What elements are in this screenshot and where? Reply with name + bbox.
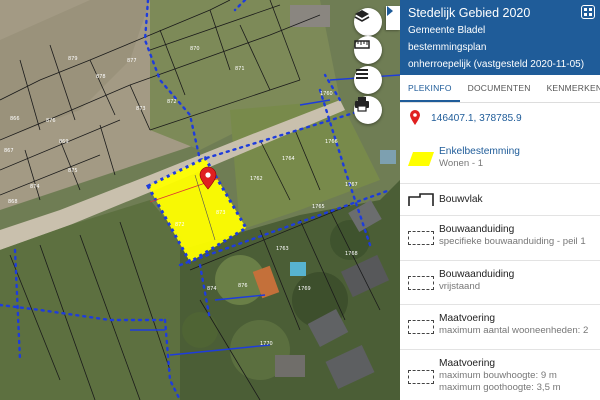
yellow-area-swatch-icon — [408, 152, 434, 166]
legend-button[interactable] — [354, 66, 382, 94]
legend-detail: maximum aantal wooneenheden: 2 — [439, 325, 589, 336]
svg-text:874: 874 — [30, 184, 40, 190]
legend-detail: vrijstaand — [439, 281, 481, 292]
svg-text:873: 873 — [136, 106, 146, 112]
svg-text:1769: 1769 — [298, 286, 311, 292]
ruler-icon — [354, 40, 370, 49]
aerial-map[interactable]: 879 878 877 876 875 874 873 872 871 870 872 87… — [0, 0, 400, 400]
legend-detail: Wonen - 1 — [439, 158, 484, 169]
svg-text:1763: 1763 — [276, 246, 289, 252]
svg-text:1760: 1760 — [320, 91, 333, 97]
measure-button[interactable] — [354, 36, 382, 64]
info-panel: Stedelijk Gebied 2020 Gemeente Bladel be… — [400, 0, 600, 400]
legend-label: Maatvoering — [439, 313, 496, 324]
tab-plekinfo[interactable]: PLEKINFO — [400, 75, 460, 102]
svg-text:871: 871 — [235, 66, 245, 72]
layers-icon — [354, 10, 370, 22]
panel-header: Stedelijk Gebied 2020 Gemeente Bladel be… — [400, 0, 600, 75]
svg-text:1766: 1766 — [325, 139, 338, 145]
svg-text:879: 879 — [68, 56, 78, 62]
legend-detail-line: maximum bouwhoogte: 9 m — [439, 370, 557, 381]
layers-button[interactable] — [354, 8, 382, 36]
plan-title: Stedelijk Gebied 2020 — [408, 6, 531, 20]
svg-text:1770: 1770 — [260, 341, 273, 347]
svg-text:872: 872 — [175, 222, 185, 228]
svg-text:1765: 1765 — [312, 204, 325, 210]
legend-detail-line: maximum goothoogte: 3,5 m — [439, 382, 561, 393]
dashed-outline-icon — [408, 231, 434, 245]
svg-text:876: 876 — [46, 118, 56, 124]
legend-item-bouwaanduiding-vrijstaand[interactable]: Bouwaanduiding vrijstaand — [400, 261, 600, 305]
legend-label: Bouwaanduiding — [439, 269, 515, 280]
list-icon — [356, 69, 368, 79]
svg-text:874: 874 — [207, 286, 217, 292]
collapse-panel-button[interactable] — [386, 6, 400, 30]
dashed-outline-icon — [408, 370, 434, 384]
legend-item-enkelbestemming[interactable]: Enkelbestemming Wonen - 1 — [400, 140, 600, 184]
legend-label: Bouwaanduiding — [439, 224, 515, 235]
coordinates-text[interactable]: 146407.1, 378785.9 — [431, 113, 522, 125]
legend-item-maatvoering-wooneenheden[interactable]: Maatvoering maximum aantal wooneenheden:… — [400, 305, 600, 350]
svg-text:875: 875 — [68, 168, 78, 174]
svg-text:1764: 1764 — [282, 156, 295, 162]
svg-text:869: 869 — [59, 139, 69, 145]
plan-type: bestemmingsplan — [408, 42, 487, 53]
svg-text:1768: 1768 — [345, 251, 358, 257]
svg-text:878: 878 — [96, 74, 106, 80]
svg-text:872: 872 — [167, 99, 177, 105]
map-view[interactable]: 879 878 877 876 875 874 873 872 871 870 872 87… — [0, 0, 400, 400]
municipality: Gemeente Bladel — [408, 25, 486, 36]
chevron-right-icon — [387, 6, 393, 16]
svg-text:876: 876 — [238, 283, 248, 289]
svg-text:877: 877 — [127, 58, 137, 64]
building-plane-icon — [408, 193, 434, 206]
legend-item-bouwaanduiding-peil[interactable]: Bouwaanduiding specifieke bouwaanduiding… — [400, 216, 600, 261]
svg-text:867: 867 — [4, 148, 14, 154]
legend-label: Bouwvlak — [439, 194, 483, 205]
svg-text:1767: 1767 — [345, 182, 358, 188]
tab-documenten[interactable]: DOCUMENTEN — [460, 75, 539, 102]
legend-detail: specifieke bouwaanduiding - peil 1 — [439, 236, 586, 247]
printer-icon — [355, 97, 369, 112]
dashed-outline-icon — [408, 320, 434, 334]
panel-tabs: PLEKINFO DOCUMENTEN KENMERKEN — [400, 75, 600, 103]
grid-close-icon — [584, 8, 592, 16]
plan-status: onherroepelijk (vastgesteld 2020-11-05) — [408, 59, 585, 70]
svg-text:868: 868 — [8, 199, 18, 205]
svg-text:866: 866 — [10, 116, 20, 122]
print-button[interactable] — [354, 96, 382, 124]
legend-label: Maatvoering — [439, 358, 496, 369]
tab-kenmerken[interactable]: KENMERKEN — [539, 75, 600, 102]
coordinates-row: 146407.1, 378785.9 — [400, 104, 600, 140]
dashed-outline-icon — [408, 276, 434, 290]
legend-label: Enkelbestemming — [439, 146, 520, 157]
legend-item-maatvoering-hoogte[interactable]: Maatvoering maximum bouwhoogte: 9 m maxi… — [400, 350, 600, 400]
svg-text:870: 870 — [190, 46, 200, 52]
legend-item-bouwvlak[interactable]: Bouwvlak — [400, 184, 600, 216]
svg-text:873: 873 — [216, 210, 226, 216]
close-panel-button[interactable] — [581, 5, 595, 19]
svg-text:1762: 1762 — [250, 176, 263, 182]
location-pin-icon — [410, 110, 420, 125]
